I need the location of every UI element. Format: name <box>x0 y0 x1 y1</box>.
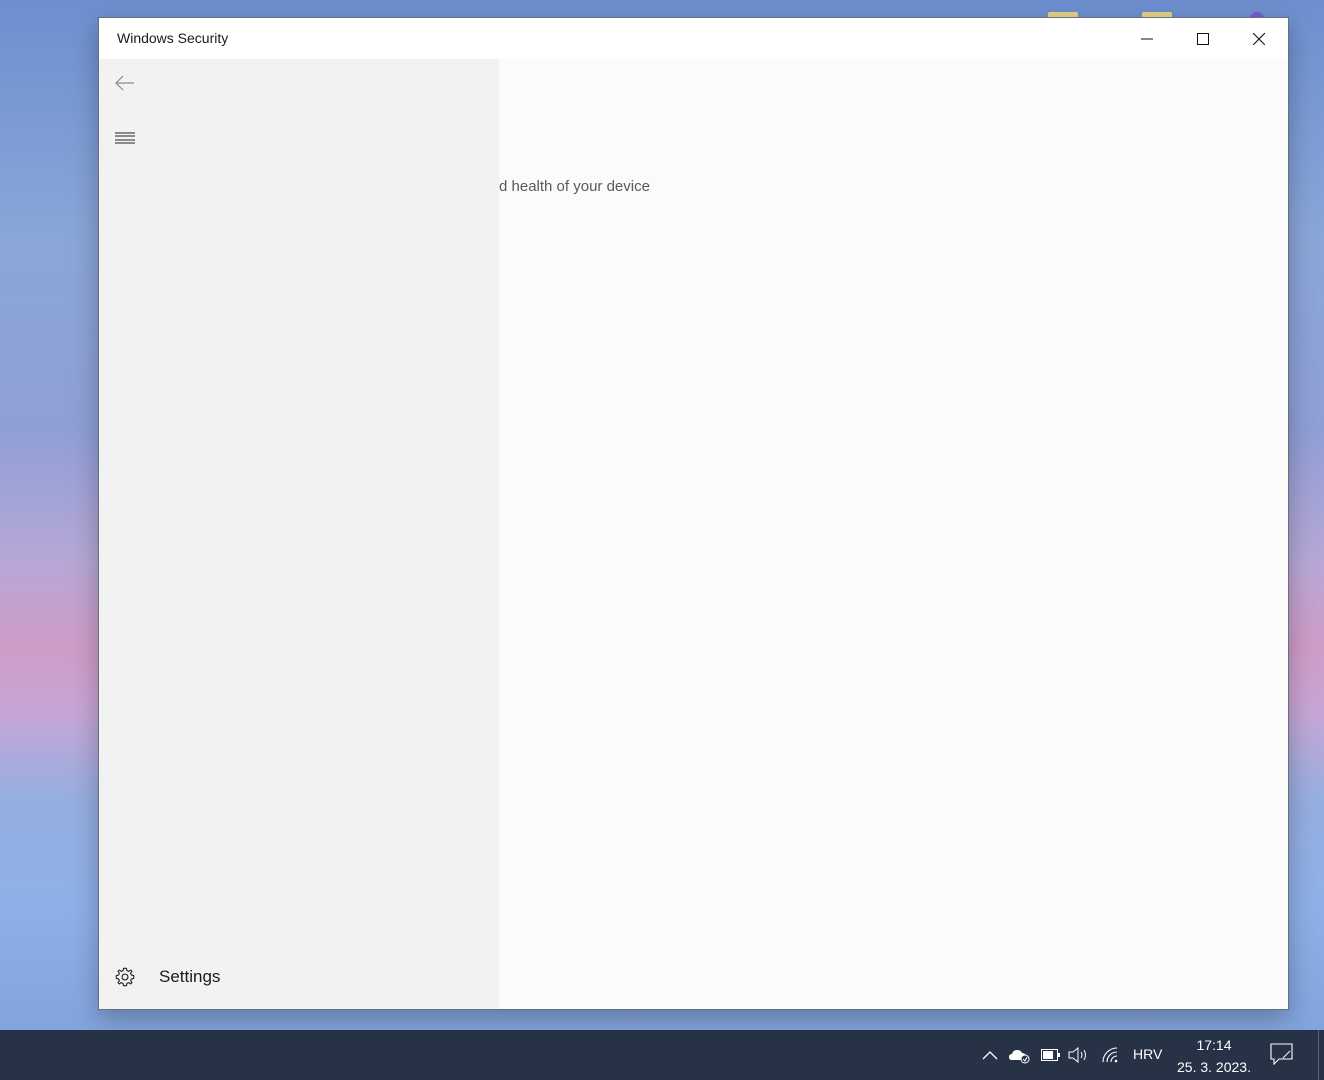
maximize-icon <box>1197 32 1209 45</box>
navigation-pane: Settings <box>99 59 499 1009</box>
settings-label: Settings <box>159 967 221 986</box>
chevron-up-icon[interactable] <box>980 1043 1000 1067</box>
main-content: d health of your device <box>499 59 1288 1009</box>
battery-icon[interactable] <box>1040 1043 1062 1067</box>
title-bar[interactable]: Windows Security <box>99 18 1288 59</box>
hamburger-icon <box>115 132 135 144</box>
clock-date: 25. 3. 2023. <box>1177 1059 1251 1075</box>
clock-time: 17:14 <box>1196 1037 1232 1053</box>
onedrive-icon[interactable] <box>1008 1043 1032 1067</box>
settings-nav-item[interactable]: Settings <box>99 957 499 997</box>
minimize-button[interactable] <box>1119 18 1175 59</box>
volume-icon[interactable] <box>1068 1043 1090 1067</box>
minimize-icon <box>1141 38 1153 39</box>
window-title: Windows Security <box>117 30 229 46</box>
taskbar: HRV 17:14 25. 3. 2023. <box>0 1030 1324 1080</box>
gear-icon <box>99 966 151 988</box>
close-icon <box>1253 32 1265 45</box>
page-subtitle: d health of your device <box>499 178 650 195</box>
windows-security-window: Windows Security d health of your device <box>98 17 1289 1010</box>
show-desktop-button[interactable] <box>1318 1030 1319 1080</box>
input-language-indicator[interactable]: HRV <box>1133 1046 1162 1062</box>
notification-icon[interactable] <box>1270 1043 1294 1069</box>
maximize-button[interactable] <box>1175 18 1231 59</box>
clock[interactable]: 17:14 25. 3. 2023. <box>1176 1034 1252 1078</box>
close-button[interactable] <box>1231 18 1287 59</box>
menu-button[interactable] <box>101 118 149 158</box>
wifi-icon[interactable] <box>1100 1043 1122 1067</box>
back-button[interactable] <box>101 63 149 103</box>
arrow-left-icon <box>115 75 134 91</box>
